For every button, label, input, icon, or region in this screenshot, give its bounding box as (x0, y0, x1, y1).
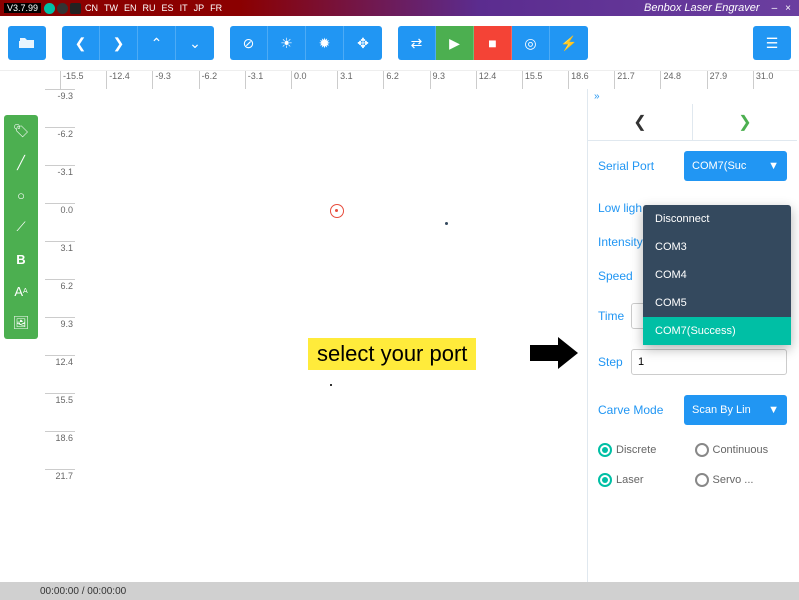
ruler-horizontal: -15.5 -12.4 -9.3 -6.2 -3.1 0.0 3.1 6.2 9… (60, 71, 799, 89)
lang-jp[interactable]: JP (194, 3, 205, 13)
radio-laser[interactable]: Laser (598, 473, 691, 487)
canvas-dot (445, 222, 448, 225)
radio-discrete[interactable]: Discrete (598, 443, 691, 457)
minimize-button[interactable]: – (772, 3, 778, 14)
chevron-down-icon: ▼ (768, 404, 779, 416)
arc-tool[interactable]: ⟋ (4, 211, 38, 243)
status-dot-1 (44, 3, 55, 14)
sun-button[interactable]: ☀ (268, 26, 306, 60)
port-option-com5[interactable]: COM5 (643, 289, 791, 317)
lang-fr[interactable]: FR (210, 3, 222, 13)
lang-es[interactable]: ES (162, 3, 174, 13)
image-tool[interactable]: 🖼 (4, 307, 38, 339)
port-option-com4[interactable]: COM4 (643, 261, 791, 289)
chevron-down-icon: ▼ (768, 160, 779, 172)
loop-button[interactable]: ⇄ (398, 26, 436, 60)
shape-group: ⊘ ☀ ✹ ✥ (230, 26, 382, 60)
panel-nav: ❮ ❯ (588, 104, 797, 141)
time-label: Time (598, 309, 625, 323)
tag-tool[interactable]: 🏷 (4, 115, 38, 147)
lang-en[interactable]: EN (124, 3, 137, 13)
no-entry-button[interactable]: ⊘ (230, 26, 268, 60)
nav-group: ❮ ❯ ⌃ ⌄ (62, 26, 214, 60)
port-option-disconnect[interactable]: Disconnect (643, 205, 791, 233)
nav-down-button[interactable]: ⌄ (176, 26, 214, 60)
canvas[interactable] (75, 89, 584, 582)
port-option-com3[interactable]: COM3 (643, 233, 791, 261)
bold-tool[interactable]: B (4, 243, 38, 275)
open-file-button[interactable] (8, 26, 46, 60)
carve-mode-label: Carve Mode (598, 403, 678, 417)
ruler-vertical: -9.3 -6.2 -3.1 0.0 3.1 6.2 9.3 12.4 15.5… (45, 89, 75, 582)
play-button[interactable]: ▶ (436, 26, 474, 60)
lang-cn[interactable]: CN (85, 3, 98, 13)
toolbar: ❮ ❯ ⌃ ⌄ ⊘ ☀ ✹ ✥ ⇄ ▶ ■ ◎ ⚡ ☰ (0, 16, 799, 71)
stop-button[interactable]: ■ (474, 26, 512, 60)
app-title: Benbox Laser Engraver (644, 2, 760, 14)
status-dot-2 (57, 3, 68, 14)
version-badge: V3.7.99 (4, 3, 41, 13)
serial-port-label: Serial Port (598, 159, 678, 173)
nav-up-button[interactable]: ⌃ (138, 26, 176, 60)
lang-ru[interactable]: RU (143, 3, 156, 13)
play-group: ⇄ ▶ ■ ◎ ⚡ (398, 26, 588, 60)
target-button[interactable]: ◎ (512, 26, 550, 60)
move-button[interactable]: ✥ (344, 26, 382, 60)
panel-collapse[interactable]: » (588, 89, 797, 104)
canvas-dot-2 (330, 384, 332, 386)
panel-next-button[interactable]: ❯ (693, 104, 797, 140)
nav-left-button[interactable]: ❮ (62, 26, 100, 60)
origin-marker (330, 204, 344, 218)
port-option-com7[interactable]: COM7(Success) (643, 317, 791, 345)
arrow-icon (528, 333, 580, 373)
status-time: 00:00:00 / 00:00:00 (40, 586, 126, 597)
flash-button[interactable]: ⚡ (550, 26, 588, 60)
nav-right-button[interactable]: ❯ (100, 26, 138, 60)
gear-button[interactable]: ✹ (306, 26, 344, 60)
circle-tool[interactable]: ○ (4, 179, 38, 211)
radio-continuous[interactable]: Continuous (695, 443, 788, 457)
carve-mode-dropdown[interactable]: Scan By Lin▼ (684, 395, 787, 425)
serial-port-dropdown[interactable]: COM7(Suc▼ (684, 151, 787, 181)
step-label: Step (598, 355, 625, 369)
menu-button[interactable]: ☰ (753, 26, 791, 60)
lang-tw[interactable]: TW (104, 3, 118, 13)
lang-it[interactable]: IT (180, 3, 188, 13)
annotation-label: select your port (308, 338, 476, 370)
line-tool[interactable]: ╱ (4, 147, 38, 179)
step-input[interactable] (631, 349, 787, 375)
panel-prev-button[interactable]: ❮ (588, 104, 693, 140)
flag-icon (70, 3, 81, 14)
radio-servo[interactable]: Servo ... (695, 473, 788, 487)
titlebar: V3.7.99 CN TW EN RU ES IT JP FR Benbox L… (0, 0, 799, 16)
statusbar: 00:00:00 / 00:00:00 (0, 582, 799, 600)
serial-port-menu: Disconnect COM3 COM4 COM5 COM7(Success) (643, 205, 791, 345)
text-tool[interactable]: AA (4, 275, 38, 307)
close-button[interactable]: × (785, 3, 791, 14)
left-toolbar: 🏷 ╱ ○ ⟋ B AA 🖼 (4, 115, 38, 339)
